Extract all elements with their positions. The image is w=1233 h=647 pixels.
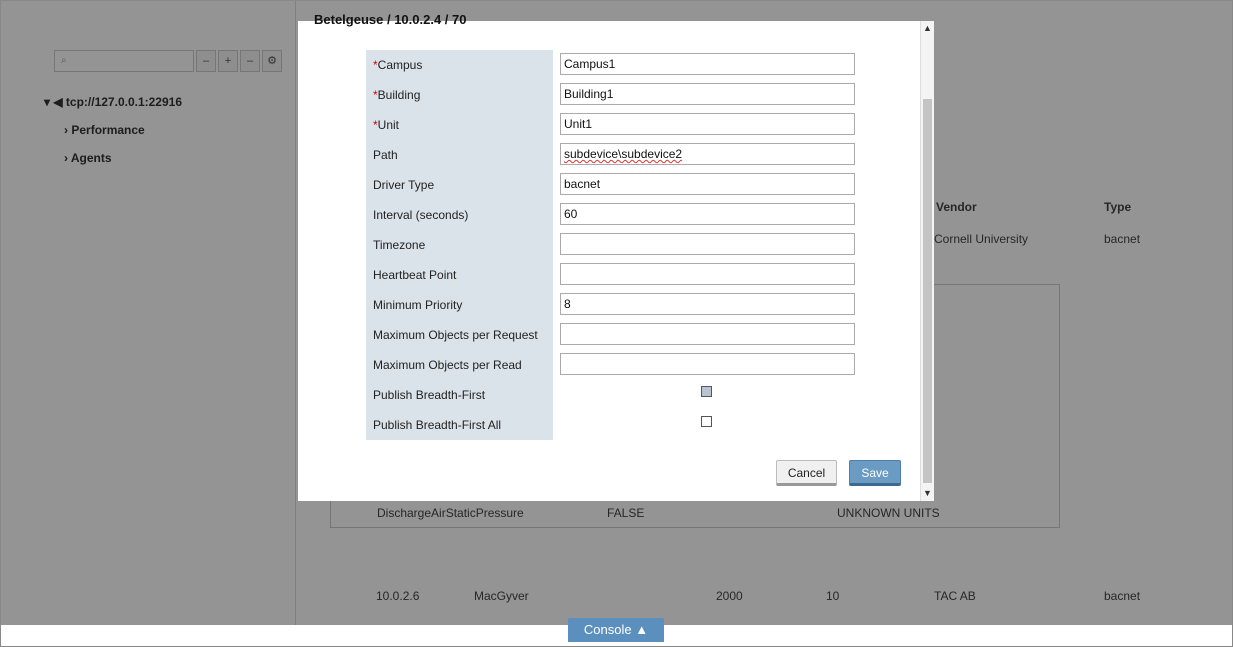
- campus-label: *Campus: [373, 58, 423, 72]
- heartbeat-point-label: Heartbeat Point: [373, 268, 457, 282]
- dialog-scrollbar[interactable]: ▲ ▼: [920, 21, 934, 501]
- path-value: subdevice\subdevice2: [564, 147, 683, 161]
- max-objects-read-field[interactable]: [560, 353, 855, 375]
- scroll-thumb[interactable]: [923, 99, 932, 483]
- console-toggle-button[interactable]: Console ▲: [568, 618, 664, 642]
- heartbeat-point-field[interactable]: [560, 263, 855, 285]
- timezone-label: Timezone: [373, 238, 426, 252]
- path-field[interactable]: subdevice\subdevice2: [560, 143, 855, 165]
- publish-breadth-first-all-label: Publish Breadth-First All: [373, 418, 502, 432]
- interval-label: Interval (seconds): [373, 208, 469, 222]
- publish-breadth-first-label: Publish Breadth-First: [373, 388, 486, 402]
- minimum-priority-label: Minimum Priority: [373, 298, 463, 312]
- save-button[interactable]: Save: [849, 460, 901, 486]
- cancel-button[interactable]: Cancel: [776, 460, 837, 486]
- scroll-up-icon[interactable]: ▲: [923, 23, 932, 33]
- minimum-priority-field[interactable]: 8: [560, 293, 855, 315]
- building-label: *Building: [373, 88, 421, 102]
- unit-label: *Unit: [373, 118, 400, 132]
- building-field[interactable]: Building1: [560, 83, 855, 105]
- scroll-down-icon[interactable]: ▼: [923, 488, 932, 498]
- driver-type-field[interactable]: bacnet: [560, 173, 855, 195]
- driver-type-label: Driver Type: [373, 178, 435, 192]
- dialog-title: Betelgeuse / 10.0.2.4 / 70: [314, 12, 467, 27]
- publish-breadth-first-all-checkbox[interactable]: [701, 416, 712, 427]
- max-objects-request-field[interactable]: [560, 323, 855, 345]
- interval-field[interactable]: 60: [560, 203, 855, 225]
- campus-field[interactable]: Campus1: [560, 53, 855, 75]
- max-objects-request-label: Maximum Objects per Request: [373, 328, 538, 342]
- unit-field[interactable]: Unit1: [560, 113, 855, 135]
- path-label: Path: [373, 148, 398, 162]
- publish-breadth-first-checkbox[interactable]: [701, 386, 712, 397]
- max-objects-read-label: Maximum Objects per Read: [373, 358, 522, 372]
- timezone-field[interactable]: [560, 233, 855, 255]
- configure-device-dialog: Betelgeuse / 10.0.2.4 / 70 *Campus Campu…: [298, 12, 934, 501]
